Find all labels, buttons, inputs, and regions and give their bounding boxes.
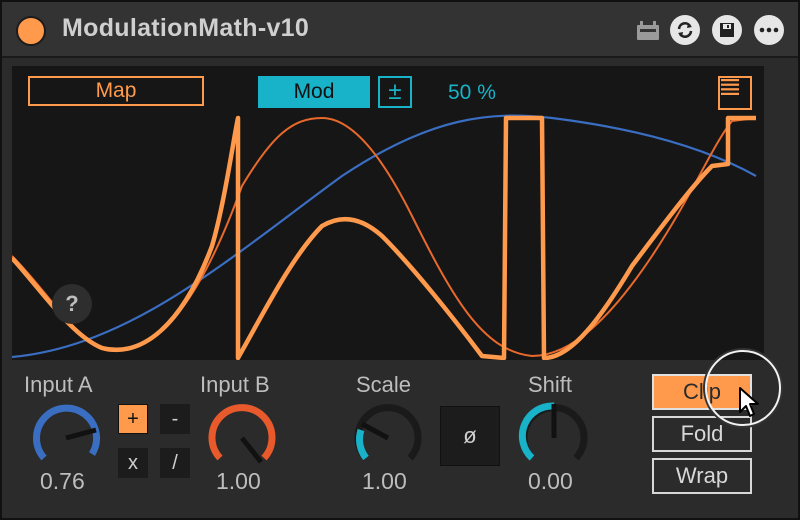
hot-swap-icon[interactable] (670, 15, 700, 45)
shift-label: Shift (528, 372, 573, 397)
title-bar: ModulationMath-v10 (2, 2, 798, 58)
menu-icon[interactable] (718, 76, 752, 110)
mod-button[interactable]: Mod (258, 76, 370, 108)
waveform-plot (12, 114, 757, 360)
save-icon[interactable] (712, 15, 742, 45)
device-power-button[interactable] (16, 16, 46, 46)
op-divide-button[interactable]: / (160, 448, 190, 478)
input-b-label: Input B (200, 372, 270, 397)
input-b-value[interactable]: 1.00 (216, 468, 261, 495)
input-a-label: Input A (24, 372, 93, 397)
shift-knob[interactable] (518, 400, 590, 472)
scale-label: Scale (356, 372, 412, 397)
mod-amount-readout[interactable]: 50 % (448, 81, 496, 105)
mode-wrap-button[interactable]: Wrap (652, 458, 752, 494)
input-b-knob[interactable] (206, 400, 278, 472)
map-button[interactable]: Map (28, 76, 204, 106)
op-subtract-button[interactable]: - (160, 404, 190, 434)
device-title: ModulationMath-v10 (62, 14, 310, 42)
more-icon[interactable] (754, 15, 784, 45)
scale-knob[interactable] (352, 400, 424, 472)
phase-invert-button[interactable]: ø (440, 406, 500, 466)
device-frame: ModulationMath-v10 Map Mod ± 50 % ? Inpu… (0, 0, 800, 520)
waveform-display[interactable]: Map Mod ± 50 % ? (12, 66, 764, 360)
input-a-value[interactable]: 0.76 (40, 468, 85, 495)
shift-value[interactable]: 0.00 (528, 468, 573, 495)
bipolar-toggle-button[interactable]: ± (378, 76, 412, 108)
clip-icon[interactable] (634, 18, 662, 49)
op-multiply-button[interactable]: x (118, 448, 148, 478)
help-button[interactable]: ? (52, 284, 92, 324)
output-wave (12, 115, 756, 360)
mouse-pointer-icon (739, 387, 759, 417)
scale-value[interactable]: 1.00 (362, 468, 407, 495)
op-add-button[interactable]: + (118, 404, 148, 434)
input-a-knob[interactable] (30, 400, 102, 472)
